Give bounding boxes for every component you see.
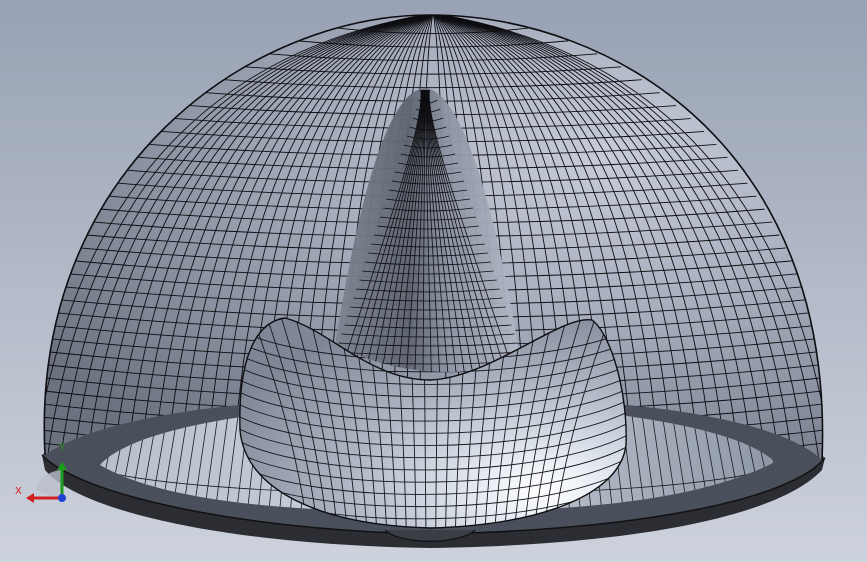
z-axis-dot bbox=[58, 494, 66, 502]
graphics-viewport[interactable]: X Y bbox=[0, 0, 867, 562]
axis-y-label: Y bbox=[59, 442, 66, 453]
model-canvas[interactable] bbox=[0, 0, 867, 562]
axis-x-label: X bbox=[15, 486, 22, 497]
